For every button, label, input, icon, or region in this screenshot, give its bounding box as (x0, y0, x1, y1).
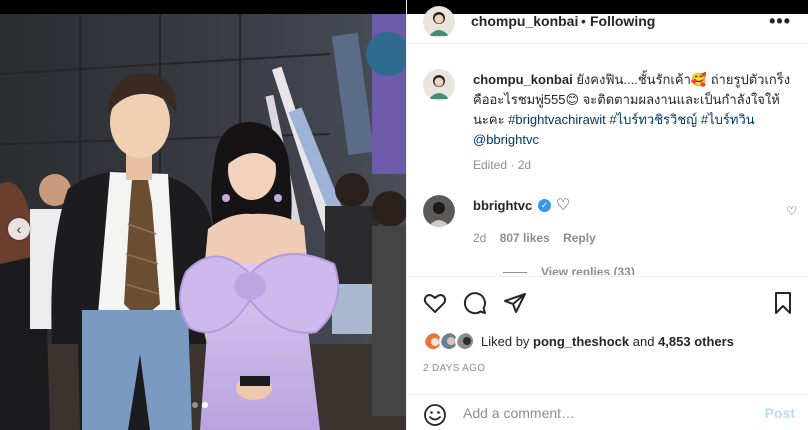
caption-username[interactable]: chompu_konbai (473, 72, 573, 87)
commenter-avatar[interactable] (423, 195, 455, 227)
mention-link[interactable]: @bbrightvc (473, 132, 539, 147)
carousel-dot-active (202, 402, 208, 408)
action-bar (407, 276, 808, 328)
like-heart-icon[interactable] (423, 291, 447, 315)
hashtag-link[interactable]: #ไบร์ทวชิรวิชญ์ (609, 112, 697, 127)
caption-text: ยังคงฟิน....ชั้นรักเค้า (576, 72, 691, 87)
edited-timestamp: Edited · 2d (473, 158, 532, 172)
more-options-icon[interactable]: ••• (769, 11, 791, 32)
emoji-picker-icon[interactable] (423, 403, 447, 427)
comment-time: 2d (473, 231, 487, 245)
liked-by-prefix: Liked by (481, 334, 530, 349)
liked-by-row: Liked by pong_theshock and 4,853 others (407, 328, 808, 356)
add-comment-input[interactable] (463, 402, 753, 424)
hashtag-link[interactable]: #ไบร์ทวิน (701, 112, 755, 127)
comment-meta: 2d 807 likes Reply (473, 231, 596, 245)
post-timestamp[interactable]: 2 DAYS AGO (423, 363, 485, 374)
author-username[interactable]: chompu_konbai (471, 13, 578, 29)
commenter-username[interactable]: bbrightvc (473, 198, 532, 213)
verified-badge-icon: ✓ (538, 199, 551, 212)
share-send-icon[interactable] (503, 291, 527, 315)
post-header: chompu_konbai • Following ••• (407, 0, 808, 44)
comment-likes[interactable]: 807 likes (500, 231, 550, 245)
author-avatar[interactable] (423, 6, 455, 38)
avatar-image (423, 195, 455, 227)
post-caption: chompu_konbai ยังคงฟิน....ชั้นรักเค้า🥰 ถ… (473, 70, 793, 150)
comment-bubble-icon[interactable] (463, 291, 487, 315)
liked-by-and: and (632, 334, 655, 349)
caption-avatar[interactable] (423, 69, 455, 101)
liker-avatar[interactable] (455, 331, 475, 351)
hashtag-link[interactable]: #brightvachirawit (508, 112, 606, 127)
carousel-dot (192, 402, 198, 408)
save-bookmark-icon[interactable] (771, 291, 795, 315)
likes-count-link[interactable]: 4,853 others (658, 334, 734, 349)
carousel-indicator (192, 402, 208, 408)
comments-section: chompu_konbai ยังคงฟิน....ชั้นรักเค้า🥰 ถ… (407, 45, 808, 275)
avatar-image (457, 333, 473, 349)
smiling-emoji: 😊 (565, 92, 580, 107)
reply-button[interactable]: Reply (563, 231, 596, 245)
post-comment-button[interactable]: Post (765, 405, 795, 421)
chevron-left-icon: ‹ (16, 221, 22, 237)
liked-by-text: Liked by pong_theshock and 4,853 others (481, 334, 734, 349)
photo-illustration (0, 14, 406, 430)
post-detail-panel: chompu_konbai • Following ••• chompu_kon… (406, 0, 808, 430)
post-photo[interactable]: ‹ (0, 14, 406, 430)
add-comment-bar: Post (407, 394, 808, 430)
like-comment-heart-icon[interactable]: ♡ (786, 204, 797, 218)
carousel-prev-button[interactable]: ‹ (8, 218, 30, 240)
following-button[interactable]: Following (590, 13, 655, 29)
smiling-hearts-emoji: 🥰 (690, 72, 708, 87)
separator-dot: • (581, 13, 586, 29)
liked-by-user-link[interactable]: pong_theshock (533, 334, 629, 349)
avatar-image (423, 6, 455, 38)
avatar-image (423, 69, 455, 101)
view-replies-button[interactable]: View replies (33) (503, 265, 635, 275)
heart-icon: ♡ (556, 197, 571, 214)
